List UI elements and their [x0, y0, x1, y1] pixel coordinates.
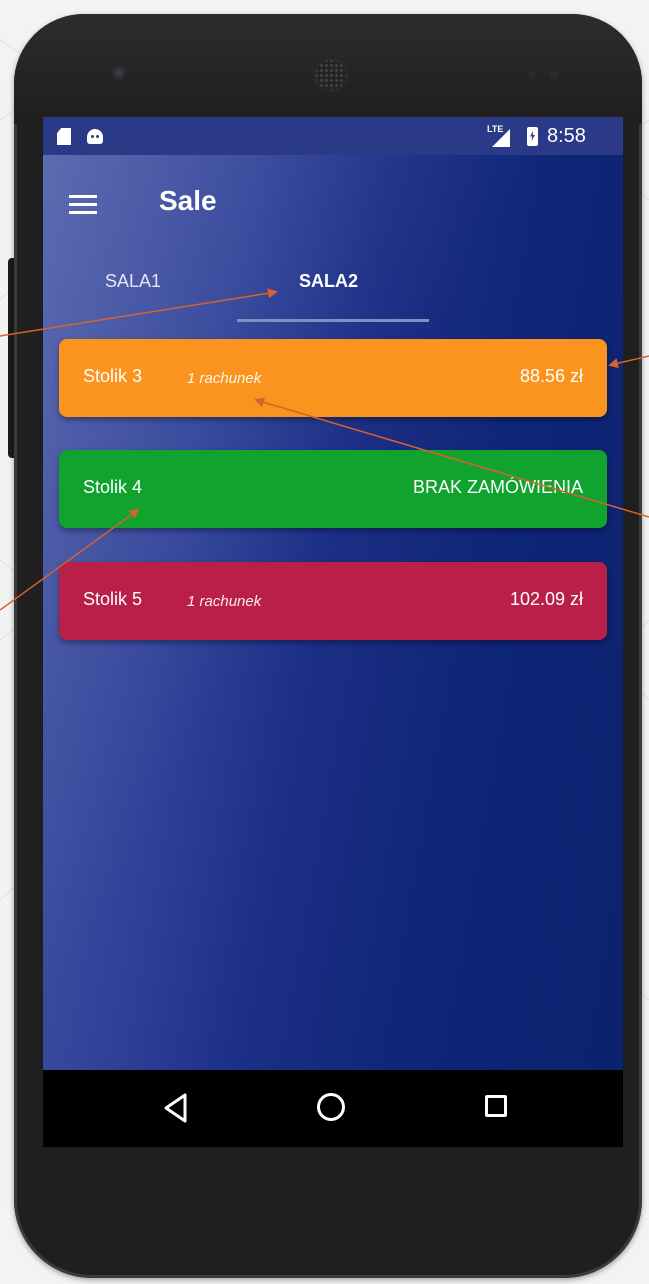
hamburger-menu-icon[interactable]	[69, 193, 99, 215]
table-name: Stolik 3	[83, 366, 143, 386]
proximity-sensor	[528, 70, 536, 78]
navigation-bar	[43, 1070, 623, 1147]
table-name: Stolik 5	[83, 589, 143, 609]
status-bar: LTE 8:58	[43, 117, 623, 155]
page: LTE 8:58 Sale SALA1 SALA2 Stolik 3 1 rac…	[0, 0, 649, 1284]
table-amount: 88.56 zł	[519, 366, 583, 386]
table-card-stolik-4[interactable]: Stolik 4 BRAK ZAMÓWIENIA	[59, 450, 607, 528]
table-bills-count: 1 rachunek	[187, 370, 262, 387]
home-icon[interactable]	[317, 1093, 345, 1121]
phone-screen: LTE 8:58 Sale SALA1 SALA2 Stolik 3 1 rac…	[43, 117, 623, 1147]
table-card-stolik-3[interactable]: Stolik 3 1 rachunek 88.56 zł	[59, 339, 607, 417]
tab-sala2[interactable]: SALA2	[299, 271, 358, 292]
table-name: Stolik 4	[83, 477, 143, 497]
table-status: BRAK ZAMÓWIENIA	[412, 477, 583, 497]
battery-charging-icon	[527, 127, 538, 146]
earpiece-speaker	[314, 58, 348, 92]
tab-sala1[interactable]: SALA1	[105, 271, 161, 292]
tab-indicator	[237, 319, 429, 322]
sd-card-icon	[57, 128, 71, 145]
status-time: 8:58	[547, 125, 586, 147]
front-camera	[112, 66, 126, 80]
table-bills-count: 1 rachunek	[187, 593, 262, 610]
back-icon[interactable]	[163, 1093, 189, 1123]
recent-apps-icon[interactable]	[485, 1095, 507, 1117]
table-amount: 102.09 zł	[509, 589, 583, 609]
page-title: Sale	[159, 185, 217, 216]
network-type-label: LTE	[487, 124, 504, 134]
android-icon	[87, 129, 103, 144]
light-sensor	[550, 70, 558, 78]
table-card-stolik-5[interactable]: Stolik 5 1 rachunek 102.09 zł	[59, 562, 607, 640]
